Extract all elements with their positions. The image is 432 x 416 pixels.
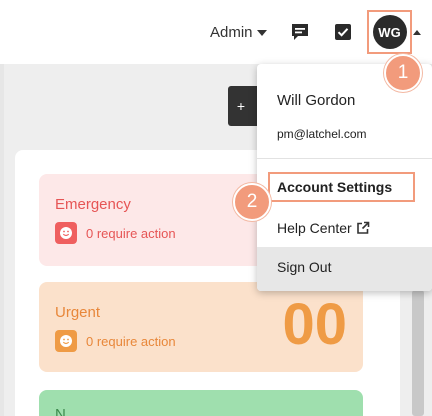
step-2-marker: 2 (233, 183, 271, 221)
account-settings-label: Account Settings (277, 179, 393, 195)
user-avatar-button[interactable]: WG (367, 10, 412, 54)
help-center-label: Help Center (277, 220, 352, 236)
admin-role-menu[interactable]: Admin (210, 24, 267, 41)
smiley-icon (55, 222, 77, 244)
emergency-title: Emergency (55, 196, 131, 213)
urgent-count: 00 (282, 292, 347, 357)
chat-icon[interactable] (290, 22, 310, 42)
avatar: WG (372, 15, 407, 49)
left-panel (0, 64, 4, 416)
step-1-marker: 1 (384, 54, 422, 92)
normal-title: N (55, 406, 66, 416)
add-button-label: + (236, 98, 246, 114)
scrollbar[interactable] (412, 290, 424, 416)
urgent-tile[interactable]: Urgent 0 require action 00 (39, 282, 363, 372)
caret-up-icon (413, 30, 421, 35)
urgent-status: 0 require action (55, 330, 176, 352)
urgent-status-text: 0 require action (86, 333, 176, 349)
sign-out-label: Sign Out (277, 259, 332, 275)
urgent-title: Urgent (55, 304, 101, 321)
caret-down-icon (256, 29, 267, 36)
user-email: pm@latchel.com (277, 127, 367, 141)
external-link-icon (356, 221, 370, 235)
emergency-status: 0 require action (55, 222, 176, 244)
top-header: Admin WG (0, 0, 432, 64)
smiley-icon (55, 330, 77, 352)
account-settings-menu-item[interactable]: Account Settings (277, 179, 392, 195)
user-dropdown-menu: Will Gordon pm@latchel.com Account Setti… (257, 64, 432, 291)
help-center-menu-item[interactable]: Help Center (277, 220, 370, 236)
normal-tile[interactable]: N (39, 390, 363, 416)
menu-divider (257, 158, 432, 159)
sign-out-menu-item[interactable]: Sign Out (277, 259, 331, 275)
checkbox-icon[interactable] (333, 22, 353, 42)
admin-role-label: Admin (210, 24, 253, 41)
user-name: Will Gordon (277, 92, 356, 109)
emergency-status-text: 0 require action (86, 225, 176, 241)
